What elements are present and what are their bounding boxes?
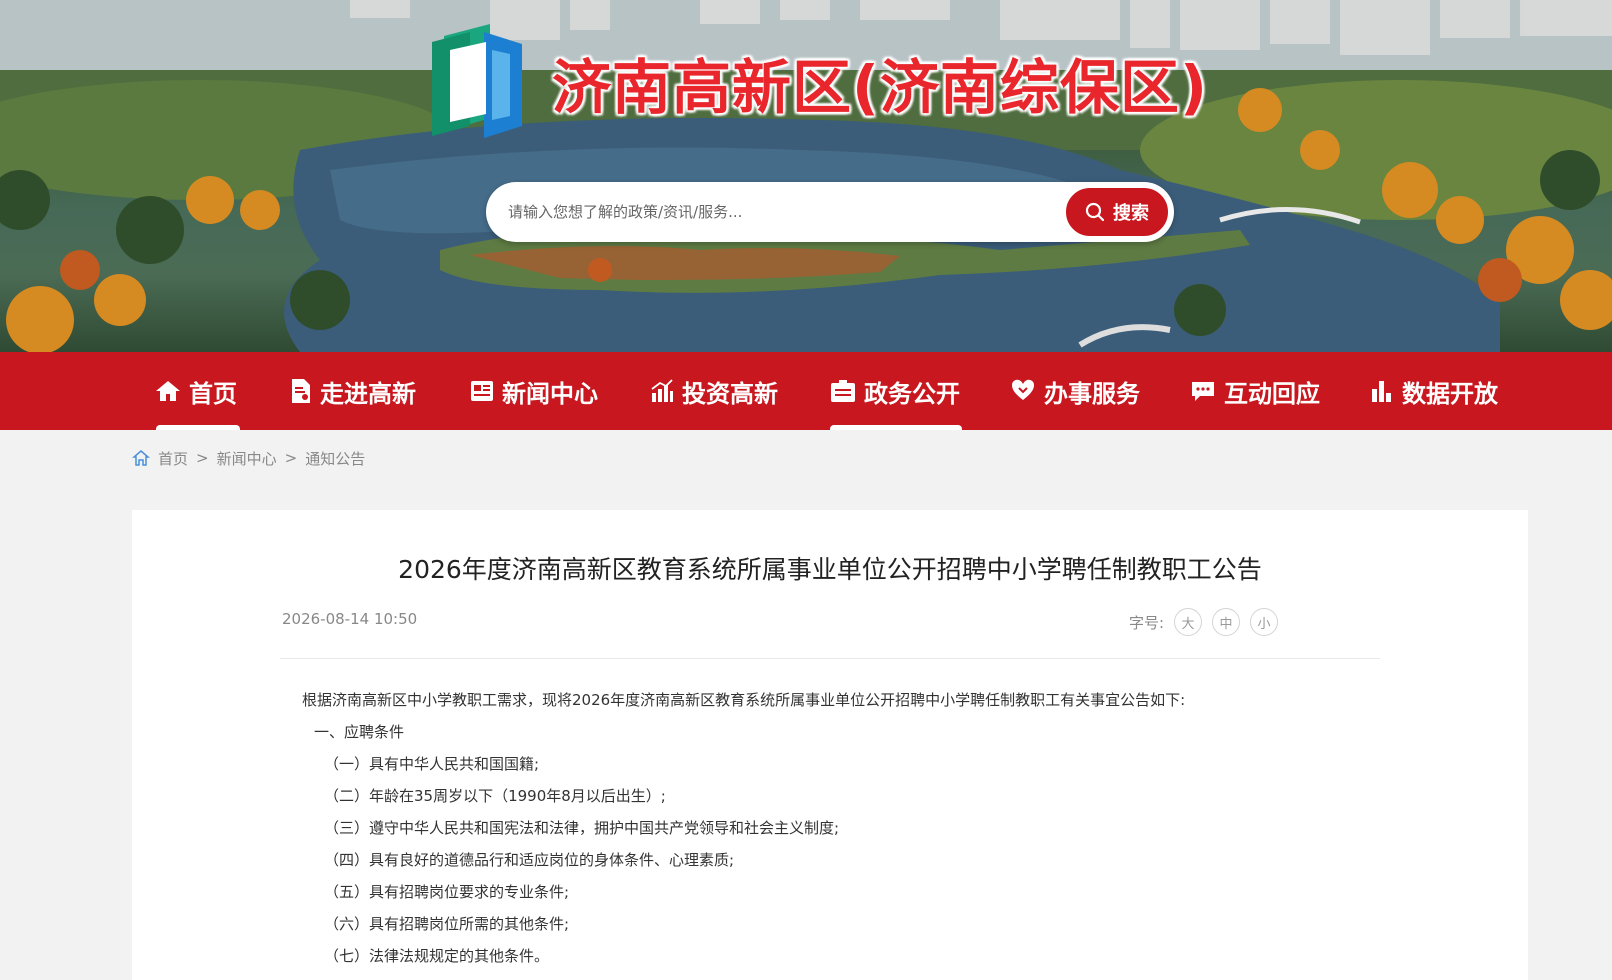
nav-active-indicator (156, 425, 240, 430)
document-icon (292, 379, 310, 403)
publish-date: 2026-08-14 10:50 (282, 610, 418, 628)
nav-item-label: 首页 (189, 379, 237, 408)
font-size-small-button[interactable]: 小 (1250, 608, 1278, 636)
service-icon (1012, 379, 1034, 400)
search-input[interactable] (506, 192, 1046, 232)
nav-item-invest[interactable]: 投资高新 (650, 352, 778, 430)
breadcrumb-separator: > (284, 449, 298, 467)
nav-item-about[interactable]: 走进高新 (290, 352, 416, 430)
nav-item-news[interactable]: 新闻中心 (470, 352, 598, 430)
site-logo-icon[interactable] (426, 22, 530, 140)
divider (280, 658, 1380, 659)
nav-item-label: 办事服务 (1044, 379, 1140, 408)
data-icon (1372, 381, 1391, 402)
font-size-medium-button[interactable]: 中 (1212, 608, 1240, 636)
nav-item-open-data[interactable]: 数据开放 (1370, 352, 1498, 430)
search-bar: 搜索 (486, 182, 1174, 242)
home-icon (132, 450, 150, 466)
home-icon (156, 381, 180, 401)
nav-item-label: 新闻中心 (502, 379, 598, 408)
nav-item-home[interactable]: 首页 (155, 352, 237, 430)
search-icon (1085, 202, 1105, 222)
nav-item-service[interactable]: 办事服务 (1010, 352, 1140, 430)
chat-icon (1192, 382, 1214, 401)
main-nav: 首页 走进高新 新闻中心 投资高新 政务公开 办事服务 互动回应 数据开放 (0, 352, 1612, 430)
breadcrumb-current[interactable]: 通知公告 (305, 448, 365, 469)
font-size-control: 字号: 大 中 小 (1129, 608, 1278, 636)
header-banner: 济南高新区(济南综保区) 搜索 (0, 0, 1612, 352)
list-item: （六）具有招聘岗位所需的其他条件; (324, 915, 570, 933)
nav-item-label: 投资高新 (682, 379, 778, 408)
section-heading: 一、应聘条件 (314, 723, 405, 741)
nav-item-label: 互动回应 (1224, 379, 1320, 408)
news-icon (471, 381, 493, 401)
nav-item-label: 政务公开 (864, 379, 960, 408)
article-paragraph: 根据济南高新区中小学教职工需求，现将2026年度济南高新区教育系统所属事业单位公… (302, 691, 1186, 709)
breadcrumb-news-link[interactable]: 新闻中心 (217, 448, 277, 469)
investment-icon (651, 379, 673, 402)
nav-item-gov-affairs[interactable]: 政务公开 (830, 352, 960, 430)
nav-item-label: 数据开放 (1402, 379, 1498, 408)
breadcrumb-separator: > (196, 449, 209, 467)
list-item: （二）年龄在35周岁以下（1990年8月以后出生）; (324, 787, 666, 805)
article-body: 根据济南高新区中小学教职工需求，现将2026年度济南高新区教育系统所属事业单位公… (302, 684, 1402, 972)
font-size-label: 字号: (1128, 613, 1164, 632)
list-item: （四）具有良好的道德品行和适应岗位的身体条件、心理素质; (324, 851, 735, 869)
list-item: （七）法律法规规定的其他条件。 (324, 947, 550, 965)
site-title: 济南高新区(济南综保区) (552, 53, 1208, 122)
breadcrumb-home-link[interactable]: 首页 (158, 448, 188, 469)
nav-item-label: 走进高新 (320, 379, 416, 408)
article-card: 2026年度济南高新区教育系统所属事业单位公开招聘中小学聘任制教职工公告 202… (132, 510, 1528, 980)
nav-item-interaction[interactable]: 互动回应 (1190, 352, 1320, 430)
search-button-label: 搜索 (1113, 203, 1149, 224)
list-item: （三）遵守中华人民共和国宪法和法律，拥护中国共产党领导和社会主义制度; (324, 819, 840, 837)
search-button[interactable]: 搜索 (1064, 186, 1170, 238)
nav-hover-indicator (830, 425, 962, 430)
article-title: 2026年度济南高新区教育系统所属事业单位公开招聘中小学聘任制教职工公告 (398, 555, 1262, 584)
breadcrumb: 首页 > 新闻中心 > 通知公告 (132, 446, 365, 470)
gov-affairs-icon (831, 380, 855, 402)
font-size-large-button[interactable]: 大 (1174, 608, 1202, 636)
list-item: （一）具有中华人民共和国国籍; (324, 755, 540, 773)
list-item: （五）具有招聘岗位要求的专业条件; (324, 883, 570, 901)
